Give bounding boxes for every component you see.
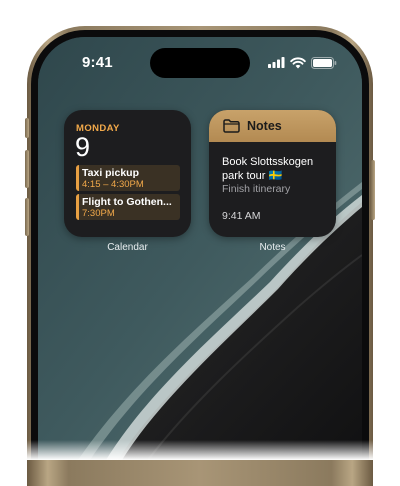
note-title: Book Slottsskogen park tour 🇸🇪	[222, 156, 314, 182]
battery-icon	[311, 57, 337, 69]
event-color-bar	[76, 194, 79, 220]
status-time: 9:41	[82, 54, 113, 71]
dynamic-island	[150, 48, 250, 78]
wifi-icon	[290, 57, 306, 69]
note-subtitle: Finish itinerary	[222, 183, 291, 195]
event-title: Taxi pickup	[82, 167, 139, 179]
calendar-date: 9	[75, 132, 91, 162]
side-button[interactable]	[371, 160, 375, 220]
volume-up-button[interactable]	[25, 150, 29, 188]
note-time: 9:41 AM	[222, 210, 261, 222]
event-title: Flight to Gothen...	[82, 196, 172, 208]
notes-header-label: Notes	[247, 119, 282, 133]
notes-widget-label: Notes	[259, 242, 286, 253]
event-time: 4:15 – 4:30PM	[82, 179, 144, 190]
folder-icon	[223, 119, 240, 133]
cellular-signal-icon	[268, 57, 285, 68]
calendar-widget-label: Calendar	[107, 242, 148, 253]
event-color-bar	[76, 165, 79, 191]
calendar-event[interactable]: Flight to Gothen... 7:30PM	[76, 194, 180, 220]
volume-down-button[interactable]	[25, 198, 29, 236]
calendar-event[interactable]: Taxi pickup 4:15 – 4:30PM	[76, 165, 180, 191]
home-screen: 9:41 MONDAY 9 Taxi pickup 4:15 – 4:30PM …	[38, 37, 362, 460]
action-button[interactable]	[25, 118, 29, 138]
status-bar: 9:41	[38, 37, 362, 87]
calendar-widget[interactable]: MONDAY 9 Taxi pickup 4:15 – 4:30PM Fligh…	[64, 110, 191, 237]
notes-header: Notes	[209, 110, 336, 142]
notes-widget[interactable]: Notes Book Slottsskogen park tour 🇸🇪 Fin…	[209, 110, 336, 237]
bottom-fade	[0, 440, 400, 460]
event-time: 7:30PM	[82, 208, 115, 219]
